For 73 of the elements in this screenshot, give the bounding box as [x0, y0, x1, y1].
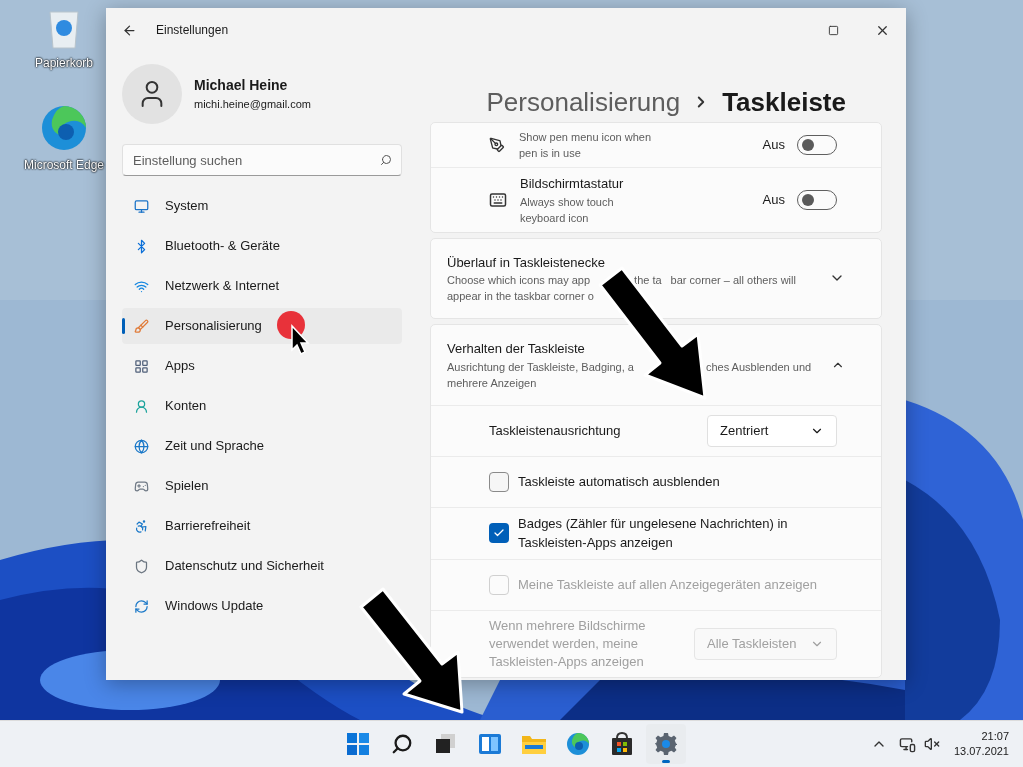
- checkbox-label: Meine Taskleiste auf allen Anzeigegeräten anzeigen: [518, 575, 817, 594]
- card-description: bar corner – all others will: [670, 273, 796, 288]
- checkbox[interactable]: [489, 471, 509, 492]
- breadcrumb-parent[interactable]: Personalisierung: [486, 82, 681, 122]
- nav-item[interactable]: Personalisierung: [122, 308, 402, 344]
- store-icon: [610, 732, 634, 756]
- keyboard-icon: [489, 190, 507, 209]
- apps-icon: [134, 358, 149, 374]
- clock-date: 13.07.2021: [953, 744, 1009, 759]
- nav-item[interactable]: System: [122, 188, 217, 224]
- nav-item[interactable]: Datenschutz und Sicherheit: [122, 548, 332, 584]
- toggle-state-label: Aus: [762, 136, 785, 155]
- card-title: Verhalten der Taskleiste: [447, 340, 586, 358]
- desktop-icon-label: Papierkorb: [35, 55, 93, 72]
- card-description: mehrere Anzeigen: [447, 375, 537, 391]
- gear-icon: [654, 732, 678, 756]
- nav-item[interactable]: Netzwerk & Internet: [122, 268, 288, 304]
- nav-item[interactable]: Konten: [122, 388, 215, 424]
- wifi-icon: [134, 278, 149, 294]
- setting-description: Always show touch keyboard icon: [520, 194, 615, 226]
- recycle-bin-icon[interactable]: [47, 8, 81, 50]
- card-description: ches Ausblenden und: [705, 359, 812, 375]
- start-icon: [347, 733, 369, 755]
- back-icon[interactable]: [122, 22, 137, 38]
- setting-description: Show pen menu icon when pen is in use: [519, 130, 653, 161]
- monitor-icon: [134, 198, 149, 214]
- card-description: Choose which icons may app: [447, 273, 591, 288]
- browser-icon[interactable]: [40, 104, 88, 152]
- search-icon: [391, 733, 413, 755]
- nav-item[interactable]: Apps: [122, 348, 203, 384]
- clock-time: 21:07: [981, 729, 1009, 744]
- folder-icon: [521, 733, 547, 755]
- user-name: Michael Heine: [194, 76, 289, 96]
- dropdown-label: Taskleistenausrichtung: [489, 421, 621, 440]
- search-field[interactable]: Einstellung suchen: [122, 144, 402, 176]
- widgets-icon: [478, 733, 502, 755]
- nav-item[interactable]: Barrierefreiheit: [122, 508, 259, 544]
- card-description: appear in the taskbar corner o: [447, 289, 594, 304]
- user-email: michi.heine@gmail.com: [194, 97, 311, 113]
- desktop-icon-label: Microsoft Edge: [23, 157, 104, 174]
- nav-item[interactable]: Zeit und Sprache: [122, 428, 272, 464]
- globe-icon: [134, 438, 149, 454]
- card-description: the ta: [634, 273, 662, 288]
- nav-item[interactable]: Windows Update: [122, 588, 272, 624]
- dropdown-label: Wenn mehrere Bildschirme verwendet werden, meine Taskleisten-Apps anzeigen: [489, 616, 647, 671]
- muted-speaker-icon[interactable]: [923, 736, 940, 752]
- gamepad-icon: [134, 478, 149, 494]
- nav-item[interactable]: Bluetooth- & Geräte: [122, 228, 288, 264]
- check-icon: [493, 527, 505, 539]
- toggle-state-label: Aus: [762, 191, 785, 209]
- accessibility-icon: [134, 518, 149, 534]
- shield-icon: [134, 558, 149, 574]
- window-title: Einstellungen: [156, 22, 229, 39]
- clock[interactable]: 21:07 13.07.2021: [953, 729, 1009, 759]
- checkbox-label: Badges (Zähler für ungelesene Nachrichten) in Taskleisten-Apps anzeigen: [518, 514, 789, 552]
- card-title: Überlauf in Taskleistenecke: [447, 253, 606, 272]
- browser-icon: [566, 732, 590, 756]
- dropdown[interactable]: Zentriert: [707, 414, 837, 447]
- checkbox[interactable]: [489, 523, 509, 543]
- brush-icon: [134, 318, 149, 334]
- card-description: Ausrichtung der Taskleiste, Badging, a: [447, 359, 634, 375]
- update-icon: [134, 598, 149, 614]
- nav-item[interactable]: Spielen: [122, 468, 217, 504]
- search-icon: [380, 154, 392, 166]
- checkbox-label: Taskleiste automatisch ausblenden: [518, 472, 720, 491]
- setting-title: Bildschirmtastatur: [520, 175, 625, 193]
- person-icon: [134, 398, 149, 414]
- page-title: Taskleiste: [722, 85, 846, 119]
- maximize-icon[interactable]: [828, 24, 839, 36]
- task-view-icon: [435, 734, 457, 754]
- mouse-cursor-icon: [276, 310, 312, 356]
- pen-icon: [489, 137, 505, 153]
- network-icon[interactable]: [898, 735, 916, 753]
